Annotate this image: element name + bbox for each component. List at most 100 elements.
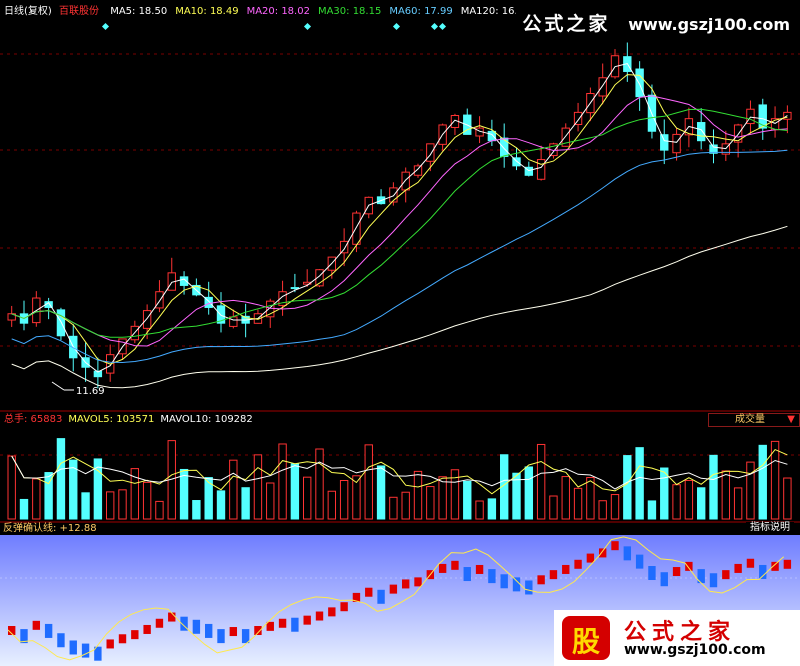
candle-down xyxy=(56,309,66,337)
dropdown-arrow-icon: ▼ xyxy=(787,414,795,425)
volume-bar xyxy=(561,476,570,520)
indicator-block xyxy=(192,619,201,634)
period-label: 日线(复权) xyxy=(4,6,52,17)
svg-text:11.69: 11.69 xyxy=(76,386,105,397)
volume-label: 总手: 65883 xyxy=(4,414,63,425)
signal-diamond-icon xyxy=(392,22,401,31)
volume-bar xyxy=(56,438,66,520)
candle-down xyxy=(290,287,300,290)
indicator-block xyxy=(525,580,533,595)
indicator-block xyxy=(365,587,373,597)
volume-bar xyxy=(401,491,410,520)
volume-bar xyxy=(376,465,386,520)
volume-bar xyxy=(635,447,644,520)
volume-bar xyxy=(81,492,90,520)
volume-bar xyxy=(413,470,423,520)
indicator-block xyxy=(734,563,742,573)
volume-bar xyxy=(241,487,250,520)
candle-up xyxy=(426,143,435,162)
stock-logo-icon: 股 xyxy=(562,616,610,660)
candle-up xyxy=(401,171,410,191)
indicator-block xyxy=(205,623,213,638)
indicator-block xyxy=(414,577,422,587)
volume-bar xyxy=(487,498,497,520)
volume-bar xyxy=(389,496,398,520)
indicator-block xyxy=(722,570,730,580)
indicator-block xyxy=(69,640,77,655)
indicator-block xyxy=(451,560,459,570)
volume-bar xyxy=(339,479,349,520)
ma-label: MA10: 18.49 xyxy=(175,6,239,17)
indicator-block xyxy=(463,567,471,582)
indicator-block xyxy=(278,618,287,628)
indicator-block xyxy=(574,559,582,569)
ma-label: MA20: 18.02 xyxy=(246,6,310,17)
volume-bar xyxy=(660,467,669,520)
indicator-block xyxy=(648,566,656,580)
signal-diamond-icon xyxy=(438,22,447,31)
volume-label: MAVOL10: 109282 xyxy=(160,414,253,425)
volume-legend: 总手: 65883 MAVOL5: 103571 MAVOL10: 109282 xyxy=(4,414,259,426)
volume-bar xyxy=(684,479,694,520)
indicator-block xyxy=(328,607,336,617)
indicator-block xyxy=(623,546,632,561)
indicator-block xyxy=(537,575,545,585)
volume-bar xyxy=(142,481,152,520)
candle-down xyxy=(500,137,509,157)
indicator-block xyxy=(549,570,558,580)
indicator-block xyxy=(315,611,324,621)
volume-label: MAVOL5: 103571 xyxy=(68,414,155,425)
volume-bar xyxy=(758,444,767,520)
indicator-block xyxy=(783,559,792,569)
indicator-block xyxy=(512,577,521,592)
volume-bar xyxy=(192,500,201,520)
volume-bar xyxy=(364,444,373,520)
volume-bar xyxy=(155,500,164,520)
volume-bar xyxy=(438,476,447,520)
indicator-block xyxy=(340,602,348,612)
indicator-block xyxy=(155,618,164,628)
indicator-block xyxy=(266,621,274,631)
indicator-block xyxy=(500,574,508,589)
indicator-block xyxy=(562,564,570,574)
candle-down xyxy=(635,68,644,98)
volume-bar xyxy=(573,487,583,520)
indicator-block xyxy=(118,634,127,644)
volume-bar xyxy=(549,495,558,520)
indicator-block xyxy=(709,573,718,588)
signal-diamond-icon xyxy=(101,22,110,31)
candle-up xyxy=(339,240,349,254)
volume-bar xyxy=(278,443,287,520)
volume-bar xyxy=(266,482,275,520)
candle-up xyxy=(142,310,152,329)
volume-bar xyxy=(179,468,189,520)
candle-up xyxy=(573,111,583,125)
candle-down xyxy=(487,130,497,142)
volume-bar xyxy=(733,487,743,520)
volume-bar xyxy=(315,448,324,520)
volume-bar xyxy=(303,476,312,520)
candle-up xyxy=(672,133,681,154)
volume-bar xyxy=(118,489,127,520)
signal-diamond-icon xyxy=(430,22,439,31)
volume-bar xyxy=(253,454,263,520)
volume-bar xyxy=(746,461,755,520)
indicator-block xyxy=(377,589,385,604)
indicator-block xyxy=(611,541,619,551)
volume-bar xyxy=(426,486,435,520)
volume-bar xyxy=(623,455,632,520)
stock-name[interactable]: 百联股份 xyxy=(59,6,99,17)
volume-bar xyxy=(216,490,226,520)
indicator-block xyxy=(672,567,681,577)
indicator-block xyxy=(488,569,496,584)
volume-dropdown[interactable]: 成交量 ▼ xyxy=(708,413,800,427)
ma-label: MA60: 17.99 xyxy=(389,6,453,17)
indicator-help-button[interactable]: 指标说明 xyxy=(746,522,794,534)
watermark-top: 公式之家 www.gszj100.com xyxy=(516,7,796,38)
volume-bar xyxy=(32,478,41,520)
candle-up xyxy=(598,77,607,97)
ma-label: MA5: 18.50 xyxy=(110,6,168,17)
volume-bar xyxy=(647,500,657,520)
candle-up xyxy=(229,316,238,327)
watermark-bottom: 股 公式之家 www.gszj100.com xyxy=(554,610,800,666)
